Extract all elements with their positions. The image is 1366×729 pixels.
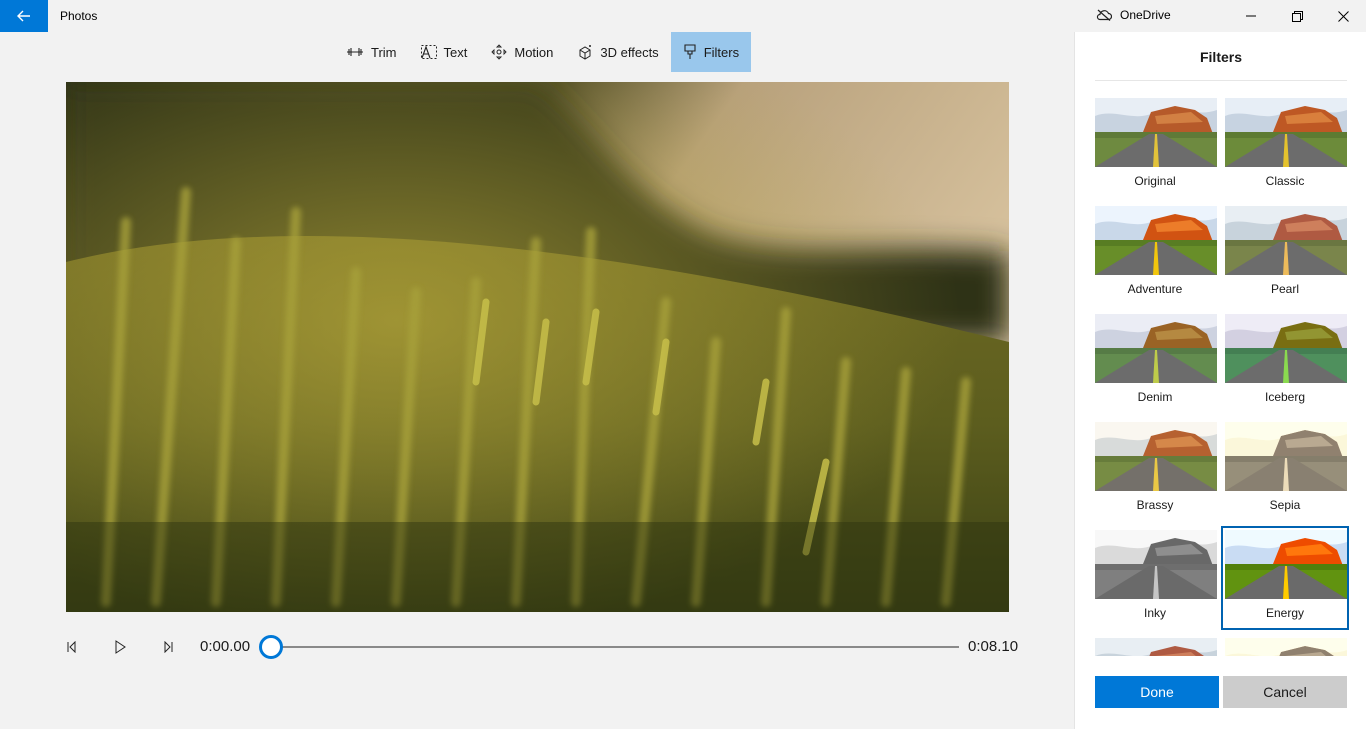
close-button[interactable] <box>1320 0 1366 32</box>
panel-title: Filters <box>1199 49 1242 65</box>
filter-label: Adventure <box>1127 282 1183 296</box>
filter-tile-denim[interactable]: Denim <box>1093 312 1217 412</box>
play-icon <box>115 640 126 654</box>
filter-preview-image <box>1225 638 1347 656</box>
minimize-button[interactable] <box>1228 0 1274 32</box>
filter-tile-adventure[interactable]: Adventure <box>1093 204 1217 304</box>
filter-label: Original <box>1134 174 1176 188</box>
previous-frame-button[interactable] <box>61 636 83 658</box>
motion-icon <box>491 44 507 60</box>
app-title: Photos <box>60 9 98 23</box>
filter-preview-image <box>1225 422 1347 491</box>
filter-preview-image <box>1095 638 1217 656</box>
seek-bar[interactable] <box>271 646 959 648</box>
filter-preview-image <box>1225 314 1347 383</box>
motion-button[interactable]: Motion <box>479 32 565 72</box>
filter-preview-image <box>1225 98 1347 167</box>
filters-button[interactable]: Filters <box>670 32 752 72</box>
3d-effects-icon <box>579 45 592 60</box>
trim-label: Trim <box>371 44 397 60</box>
filter-grid: Original Classic Adventure Pearl Denim Iceber… <box>1093 96 1349 656</box>
filter-preview-image <box>1095 422 1217 491</box>
filter-tile-original[interactable]: Original <box>1093 96 1217 196</box>
filter-label: Sepia <box>1269 498 1301 512</box>
back-arrow-icon <box>17 10 30 22</box>
done-button[interactable]: Done <box>1095 676 1219 708</box>
close-icon <box>1337 10 1349 22</box>
filter-preview-image <box>1095 530 1217 599</box>
onedrive-label: OneDrive <box>1120 8 1171 22</box>
cloud-offline-icon <box>1096 9 1112 21</box>
restore-icon <box>1291 10 1303 22</box>
motion-label: Motion <box>514 44 554 60</box>
filter-tile-partial[interactable] <box>1223 636 1347 656</box>
filter-preview-image <box>1095 206 1217 275</box>
text-icon <box>420 45 437 59</box>
filter-label: Energy <box>1265 606 1305 620</box>
onedrive-status[interactable]: OneDrive <box>1096 8 1171 22</box>
filter-tile-iceberg[interactable]: Iceberg <box>1223 312 1347 412</box>
3d-effects-button[interactable]: 3D effects <box>565 32 670 72</box>
filter-label: Brassy <box>1136 498 1174 512</box>
text-label: Text <box>443 44 468 60</box>
filters-panel: Filters Original Classic Adventure Pearl Den… <box>1074 32 1366 729</box>
step-back-icon <box>67 641 76 653</box>
seek-thumb[interactable] <box>259 635 283 659</box>
filter-tile-sepia[interactable]: Sepia <box>1223 420 1347 520</box>
current-time: 0:00.00 <box>200 638 251 655</box>
trim-icon <box>347 48 363 56</box>
wheat-field-image <box>66 82 1009 612</box>
filters-label: Filters <box>703 44 740 60</box>
next-frame-button[interactable] <box>157 636 179 658</box>
filters-icon <box>684 44 696 59</box>
editor-toolbar: Trim Text Motion 3D effects Filters <box>334 32 752 72</box>
filter-tile-brassy[interactable]: Brassy <box>1093 420 1217 520</box>
divider <box>1095 80 1347 81</box>
filter-label: Inky <box>1143 606 1166 620</box>
filter-tile-partial[interactable] <box>1093 636 1217 656</box>
filter-tile-inky[interactable]: Inky <box>1093 528 1217 628</box>
filter-preview-image <box>1095 98 1217 167</box>
filter-preview-image <box>1095 314 1217 383</box>
cancel-button[interactable]: Cancel <box>1223 676 1347 708</box>
minimize-icon <box>1246 15 1256 17</box>
duration: 0:08.10 <box>968 638 1019 655</box>
3d-effects-label: 3D effects <box>600 44 659 60</box>
filter-tile-pearl[interactable]: Pearl <box>1223 204 1347 304</box>
filter-tile-classic[interactable]: Classic <box>1223 96 1347 196</box>
filter-preview-image <box>1225 530 1347 599</box>
filter-preview-image <box>1225 206 1347 275</box>
filter-label: Denim <box>1137 390 1173 404</box>
filter-label: Pearl <box>1270 282 1299 296</box>
filter-label: Iceberg <box>1264 390 1306 404</box>
step-forward-icon <box>164 641 173 653</box>
filter-tile-energy[interactable]: Energy <box>1221 526 1349 630</box>
restore-button[interactable] <box>1274 0 1320 32</box>
back-button[interactable] <box>0 0 48 32</box>
filter-label: Classic <box>1265 174 1305 188</box>
text-button[interactable]: Text <box>409 32 480 72</box>
trim-button[interactable]: Trim <box>334 32 409 72</box>
video-preview[interactable] <box>66 82 1009 612</box>
play-button[interactable] <box>109 636 131 658</box>
